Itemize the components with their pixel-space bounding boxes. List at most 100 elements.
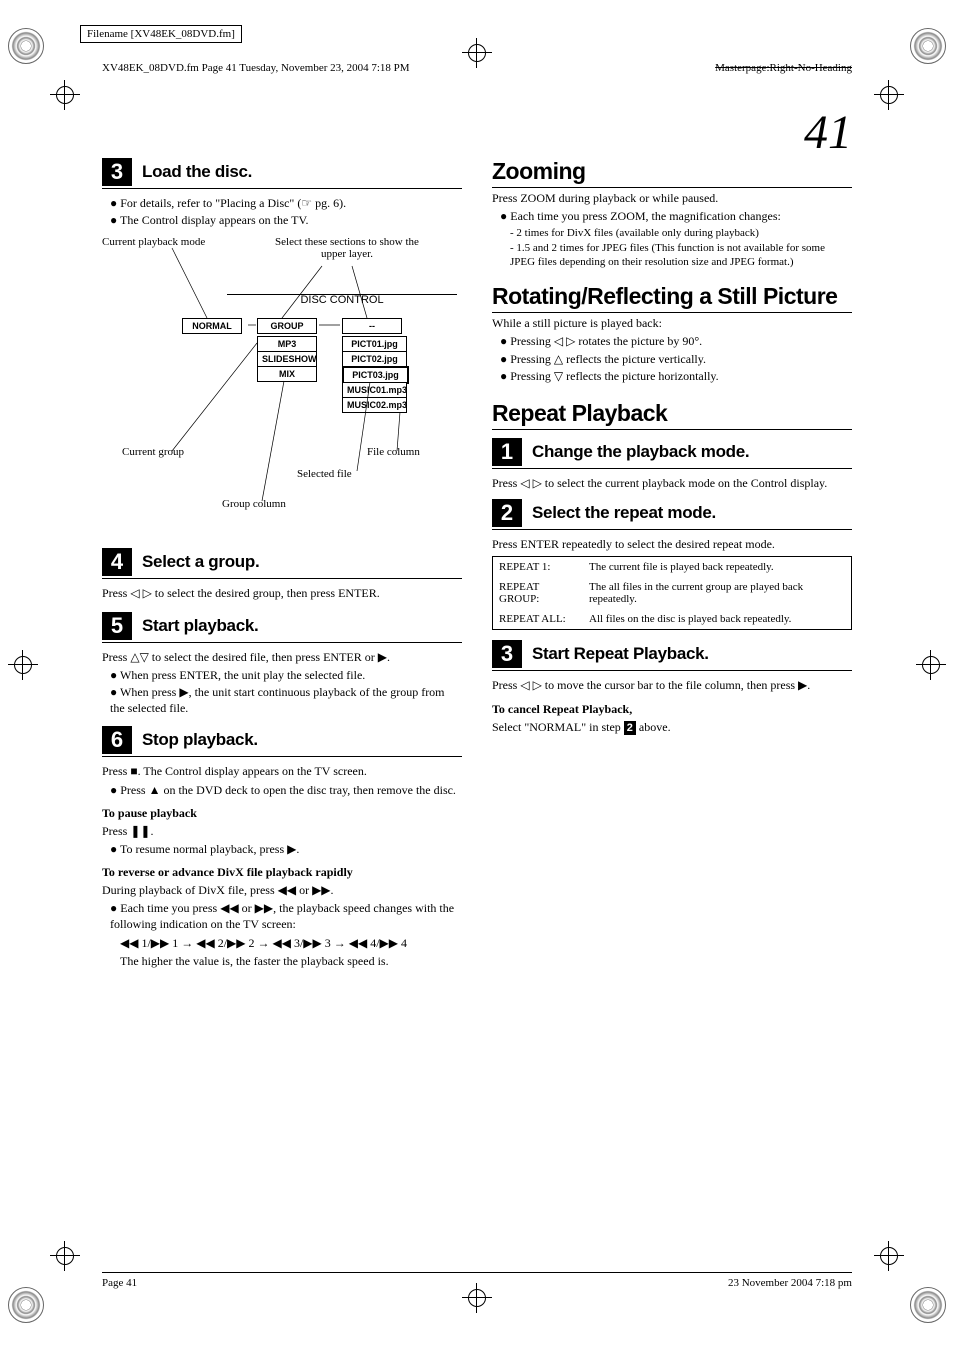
left-column: 3 Load the disc. ● For details, refer to… [102, 158, 462, 971]
section-heading-rotating: Rotating/Reflecting a Still Picture [492, 283, 852, 313]
body-text: Select "NORMAL" in step 2 above. [492, 719, 852, 735]
body-text: The higher the value is, the faster the … [120, 953, 462, 969]
sub-heading: To pause playback [102, 806, 462, 821]
body-text: Press ENTER repeatedly to select the des… [492, 536, 852, 552]
diagram-label: Current playback mode [102, 236, 205, 248]
registration-mark-icon [910, 1287, 946, 1323]
bullet-text: ● When press ▶, the unit start continuou… [110, 684, 462, 716]
section-heading-repeat: Repeat Playback [492, 400, 852, 430]
diagram-box-mix: MIX [257, 366, 317, 382]
step-title: Select the repeat mode. [532, 503, 716, 523]
body-text: Press ❚❚. [102, 823, 462, 839]
step-number: 5 [102, 612, 132, 640]
bullet-text: ● Pressing ◁ ▷ rotates the picture by 90… [500, 333, 852, 349]
step-number: 6 [102, 726, 132, 754]
right-column: Zooming Press ZOOM during playback or wh… [492, 158, 852, 971]
page-header: XV48EK_08DVD.fm Page 41 Tuesday, Novembe… [102, 62, 852, 76]
section-heading-zooming: Zooming [492, 158, 852, 188]
diagram-title: DISC CONTROL [252, 294, 432, 306]
diagram-box-normal: NORMAL [182, 318, 242, 334]
diagram-label: Group column [222, 498, 286, 510]
registration-mark-icon [8, 28, 44, 64]
diagram-label: File column [367, 446, 420, 458]
table-row: REPEAT 1: The current file is played bac… [493, 557, 851, 577]
sub-heading: To reverse or advance DivX file playback… [102, 865, 462, 880]
body-text: Press ◁ ▷ to move the cursor bar to the … [492, 677, 852, 693]
crop-mark-icon [50, 1241, 80, 1271]
header-right: Masterpage:Right-No-Heading [715, 62, 852, 74]
crop-mark-icon [874, 1241, 904, 1271]
diagram-box-file: MUSIC02.mp3 [342, 397, 407, 413]
step-number: 3 [102, 158, 132, 186]
table-cell: REPEAT GROUP: [493, 577, 583, 609]
bullet-text: ● Pressing △ reflects the picture vertic… [500, 351, 852, 367]
table-cell: The all files in the current group are p… [583, 577, 851, 609]
bullet-text: ● Each time you press ZOOM, the magnific… [500, 208, 852, 224]
bullet-text: ● Press ▲ on the DVD deck to open the di… [110, 782, 462, 798]
header-left: XV48EK_08DVD.fm Page 41 Tuesday, Novembe… [102, 62, 410, 74]
body-text: While a still picture is played back: [492, 315, 852, 331]
sub-text: - 2 times for DivX files (available only… [510, 226, 852, 240]
repeat-step-2-header: 2 Select the repeat mode. [492, 499, 852, 530]
table-row: REPEAT ALL: All files on the disc is pla… [493, 609, 851, 629]
step-ref-box: 2 [624, 721, 636, 735]
table-cell: REPEAT 1: [493, 557, 583, 577]
body-text: During playback of DivX file, press ◀◀ o… [102, 882, 462, 898]
step-number: 1 [492, 438, 522, 466]
sub-heading: To cancel Repeat Playback, [492, 702, 852, 717]
page-number: 41 [804, 105, 852, 160]
diagram-label: Select these sections to show the upper … [272, 236, 422, 260]
diagram-label: Selected file [297, 468, 352, 480]
bullet-text: ● The Control display appears on the TV. [110, 212, 462, 228]
bullet-text: ● Each time you press ◀◀ or ▶▶, the play… [110, 900, 462, 932]
repeat-step-3-header: 3 Start Repeat Playback. [492, 640, 852, 671]
step-title: Stop playback. [142, 730, 258, 750]
diagram-box-mp3: MP3 [257, 336, 317, 352]
diagram-label: Current group [122, 446, 184, 458]
diagram-box-file: MUSIC01.mp3 [342, 382, 407, 398]
diagram-box-file: PICT01.jpg [342, 336, 407, 352]
registration-mark-icon [910, 28, 946, 64]
step-number: 2 [492, 499, 522, 527]
step-title: Start Repeat Playback. [532, 644, 709, 664]
crop-mark-icon [50, 80, 80, 110]
step-title: Change the playback mode. [532, 442, 749, 462]
step-3-header: 3 Load the disc. [102, 158, 462, 189]
bullet-text: ● When press ENTER, the unit play the se… [110, 667, 462, 683]
body-text: Press △▽ to select the desired file, the… [102, 649, 462, 665]
step-title: Start playback. [142, 616, 258, 636]
sub-text: - 1.5 and 2 times for JPEG files (This f… [510, 241, 852, 270]
registration-mark-icon [8, 1287, 44, 1323]
diagram-box-group: GROUP [257, 318, 317, 334]
bullet-text: ● For details, refer to "Placing a Disc"… [110, 195, 462, 211]
body-text: Press ZOOM during playback or while paus… [492, 190, 852, 206]
step-4-header: 4 Select a group. [102, 548, 462, 579]
footer-right: 23 November 2004 7:18 pm [728, 1277, 852, 1289]
repeat-mode-table: REPEAT 1: The current file is played bac… [492, 556, 852, 630]
body-text: Press ■. The Control display appears on … [102, 763, 462, 779]
crop-mark-icon [8, 650, 38, 680]
step-number: 3 [492, 640, 522, 668]
filename-label: Filename [XV48EK_08DVD.fm] [80, 25, 242, 43]
bullet-text: ● Pressing ▽ reflects the picture horizo… [500, 368, 852, 384]
table-cell: REPEAT ALL: [493, 609, 583, 629]
body-text: ◀◀ 1/▶▶ 1 → ◀◀ 2/▶▶ 2 → ◀◀ 3/▶▶ 3 → ◀◀ 4… [120, 935, 462, 951]
crop-mark-icon [874, 80, 904, 110]
bullet-text: ● To resume normal playback, press ▶. [110, 841, 462, 857]
step-title: Select a group. [142, 552, 259, 572]
step-number: 4 [102, 548, 132, 576]
body-text: Press ◁ ▷ to select the current playback… [492, 475, 852, 491]
footer-left: Page 41 [102, 1277, 137, 1289]
step-title: Load the disc. [142, 162, 252, 182]
repeat-step-1-header: 1 Change the playback mode. [492, 438, 852, 469]
step-6-header: 6 Stop playback. [102, 726, 462, 757]
diagram-box-file: PICT02.jpg [342, 351, 407, 367]
table-cell: All files on the disc is played back rep… [583, 609, 851, 629]
table-row: REPEAT GROUP: The all files in the curre… [493, 577, 851, 609]
diagram-box-dash: -- [342, 318, 402, 334]
crop-mark-icon [916, 650, 946, 680]
page-footer: Page 41 23 November 2004 7:18 pm [102, 1272, 852, 1289]
diagram-box-slideshow: SLIDESHOW [257, 351, 317, 367]
step-5-header: 5 Start playback. [102, 612, 462, 643]
disc-control-diagram: Current playback mode Select these secti… [102, 236, 462, 536]
